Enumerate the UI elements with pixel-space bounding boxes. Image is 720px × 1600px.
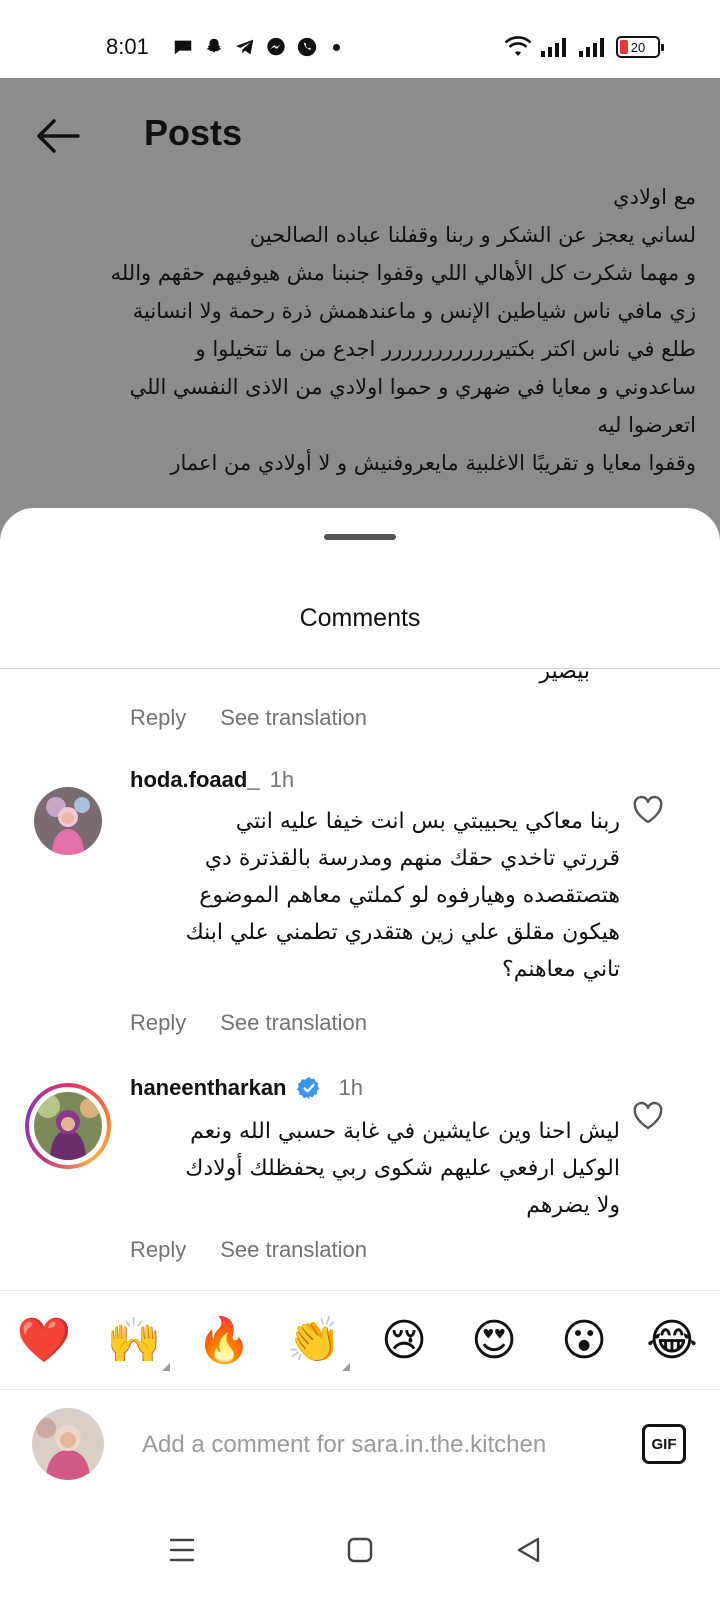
like-heart-icon[interactable] <box>632 1101 664 1131</box>
comment-username[interactable]: hoda.foaad_ <box>130 767 260 793</box>
recent-apps-button[interactable] <box>162 1530 202 1570</box>
verified-badge-icon <box>296 1077 319 1099</box>
crying-face-emoji-icon[interactable]: 😢 <box>376 1313 432 1369</box>
wifi-icon <box>504 36 532 56</box>
comment-time: 1h <box>269 767 295 792</box>
back-triangle-icon <box>517 1537 540 1563</box>
quick-reactions-bar: ❤️ 🙌 🔥 👏 😢 😍 😮 😂 <box>0 1290 720 1390</box>
clapping-hands-emoji-icon[interactable]: 👏 <box>286 1313 342 1369</box>
chat-bubble-icon <box>174 40 192 55</box>
post-header: Posts <box>0 78 720 188</box>
home-button[interactable] <box>340 1530 380 1570</box>
sheet-title: Comments <box>299 604 421 632</box>
post-caption: مع اولادي لساني يعجز عن الشكر و ربنا وقف… <box>24 178 696 508</box>
status-bar: 8:01 20 <box>0 0 720 78</box>
messenger-icon <box>267 37 285 56</box>
back-button[interactable] <box>508 1530 548 1570</box>
notification-icons <box>172 36 340 58</box>
comment-input[interactable] <box>142 1424 612 1466</box>
comment-text-partial: بيصير <box>539 669 590 684</box>
like-heart-icon[interactable] <box>632 795 664 825</box>
post-caption-line: اتعرضوا ليه <box>597 413 696 437</box>
reply-button[interactable]: Reply <box>130 1010 186 1036</box>
back-arrow-icon[interactable] <box>34 116 82 156</box>
post-caption-line: وقفوا معايا و تقريبًا الاغلبية مايعروفني… <box>170 451 696 475</box>
skin-tone-indicator <box>162 1363 170 1371</box>
raising-hands-emoji-icon[interactable]: 🙌 <box>106 1313 162 1369</box>
whatsapp-icon <box>297 37 317 57</box>
see-translation-button[interactable]: See translation <box>220 1010 367 1036</box>
signal-icon <box>541 38 566 57</box>
battery-icon: 20 <box>616 36 664 58</box>
comment-composer: GIF <box>0 1390 720 1500</box>
avatar[interactable] <box>34 787 102 855</box>
story-ring[interactable] <box>25 1083 111 1169</box>
menu-icon <box>169 1538 195 1562</box>
see-translation-button[interactable]: See translation <box>220 705 367 731</box>
system-nav-bar <box>0 1500 720 1600</box>
comment-text-line: ولا يضرهم <box>526 1193 620 1218</box>
fire-emoji-icon[interactable]: 🔥 <box>196 1313 252 1369</box>
system-status-icons: 20 <box>504 36 664 58</box>
see-translation-button[interactable]: See translation <box>220 1237 367 1263</box>
status-time: 8:01 <box>106 34 149 59</box>
comment-actions: Reply See translation <box>130 1237 367 1263</box>
reply-button[interactable]: Reply <box>130 1237 186 1263</box>
more-notifications-dot <box>333 43 340 51</box>
heart-eyes-emoji-icon[interactable]: 😍 <box>466 1313 522 1369</box>
comment-text-line: قررتي تاخدي حقك منهم ومدرسة بالقذترة دي <box>204 846 620 871</box>
home-square-icon <box>347 1537 373 1563</box>
post-caption-line: مع اولادي <box>613 185 696 209</box>
comment-text-line: هتصتقصده وهيارفوه لو كملتي معاهم الموضوع <box>199 883 620 908</box>
telegram-icon <box>235 39 254 55</box>
post-caption-line: ساعدوني و معايا في ضهري و حموا اولادي من… <box>129 375 696 399</box>
page-title: Posts <box>144 112 243 153</box>
battery-level <box>620 40 628 54</box>
reply-button[interactable]: Reply <box>130 705 186 731</box>
comment-actions: Reply See translation <box>130 1010 367 1036</box>
post-caption-line: و مهما شكرت كل الأهالي اللي وقفوا جنبنا … <box>110 261 696 285</box>
comment-text-line: هيكون مقلق علي زين هتقدري تطمني علي ابنك <box>185 920 620 945</box>
signal-icon-secondary <box>579 38 604 57</box>
post-caption-line: زي مافي ناس شياطين الإنس و ماعندهمش ذرة … <box>132 299 696 323</box>
post-caption-line: طلع في ناس اكتر بكتيرررررررررررر اجدع من… <box>195 337 696 361</box>
tears-of-joy-emoji-icon[interactable]: 😂 <box>644 1313 700 1369</box>
comment-header: haneentharkan 1h <box>130 1075 363 1101</box>
post-caption-line: لساني يعجز عن الشكر و ربنا وقفلنا عباده … <box>249 223 696 247</box>
heart-emoji-icon[interactable]: ❤️ <box>16 1313 72 1369</box>
sheet-drag-handle[interactable] <box>324 534 396 540</box>
avatar[interactable] <box>34 1092 102 1160</box>
current-user-avatar <box>32 1408 104 1480</box>
snapchat-ghost-icon <box>206 38 222 53</box>
comment-text-line: تاني معاهنم؟ <box>502 957 620 982</box>
comment-text-line: ربنا معاكي يحبيبتي بس انت خيفا عليه انتي <box>235 809 620 834</box>
comment-text: ليش احنا وين عايشين في غابة حسبي الله ون… <box>130 1113 620 1224</box>
comment-text-line: الوكيل ارفعي عليهم شكوى ربي يحفظلك أولاد… <box>185 1156 620 1181</box>
gif-button[interactable]: GIF <box>642 1424 686 1464</box>
skin-tone-indicator <box>342 1363 350 1371</box>
comment-username[interactable]: haneentharkan <box>130 1075 287 1101</box>
surprised-face-emoji-icon[interactable]: 😮 <box>556 1313 612 1369</box>
battery-percent: 20 <box>630 39 646 55</box>
comment-time: 1h <box>338 1075 363 1100</box>
comment-actions: Reply See translation <box>130 705 367 731</box>
comment-header: hoda.foaad_ 1h <box>130 767 294 793</box>
comments-list[interactable]: بيصير Reply See translation hoda.foaad_ … <box>0 669 720 1290</box>
comment-text-line: ليش احنا وين عايشين في غابة حسبي الله ون… <box>190 1119 620 1144</box>
comments-sheet: Comments بيصير Reply See translation hod… <box>0 508 720 1600</box>
comment-text: ربنا معاكي يحبيبتي بس انت خيفا عليه انتي… <box>130 803 620 988</box>
